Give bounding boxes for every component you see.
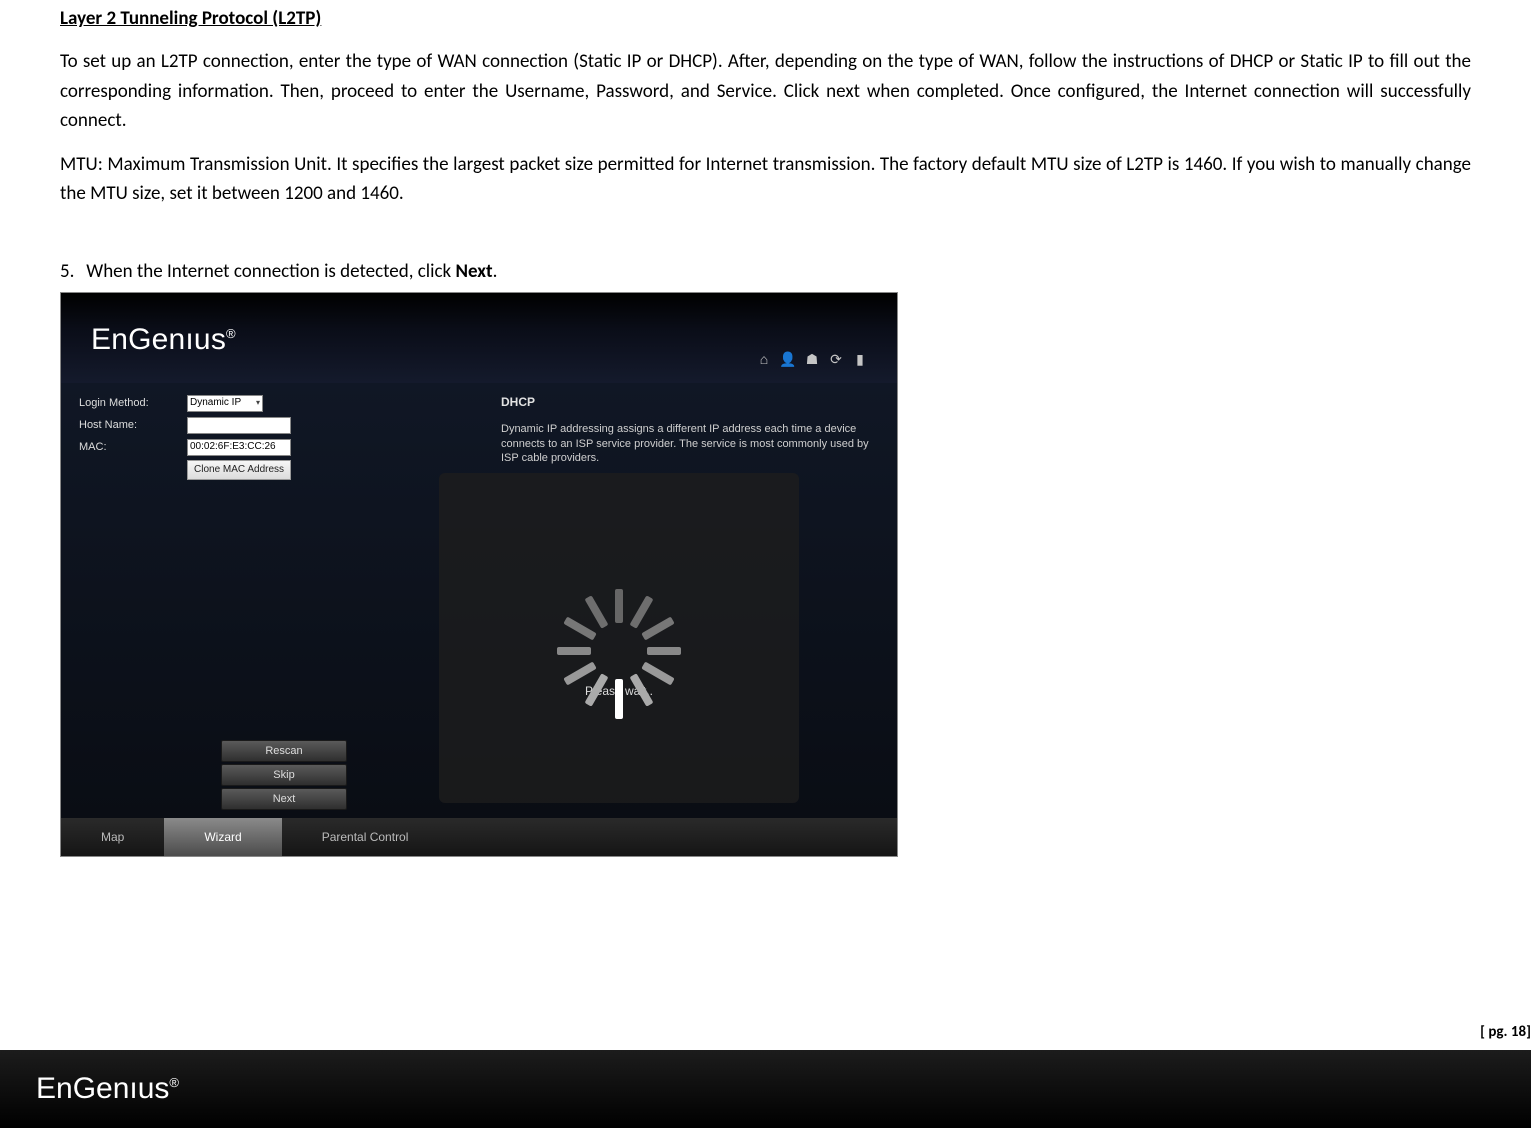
skip-button[interactable]: Skip	[221, 764, 347, 786]
footer-logo-text: EnGenıus	[36, 1072, 169, 1105]
footer-logo-reg: ®	[169, 1075, 179, 1090]
paragraph-2: MTU: Maximum Transmission Unit. It speci…	[60, 150, 1471, 209]
mac-label: MAC:	[79, 439, 187, 456]
tab-map[interactable]: Map	[61, 818, 164, 856]
please-wait-overlay: Please wait..	[439, 473, 799, 803]
step-5: 5. When the Internet connection is detec…	[60, 257, 1471, 286]
info-panel: DHCP Dynamic IP addressing assigns a dif…	[501, 393, 869, 466]
action-buttons: Rescan Skip Next	[221, 740, 347, 810]
clone-mac-button[interactable]: Clone MAC Address	[187, 460, 291, 480]
step-text-post: .	[493, 260, 498, 283]
section-heading: Layer 2 Tunneling Protocol (L2TP)	[60, 4, 1471, 33]
header-icons: ⌂ 👤 ☗ ⟳ ▮	[755, 351, 869, 369]
tab-parental[interactable]: Parental Control	[282, 818, 449, 856]
logo-text: EnGenıus	[91, 323, 226, 356]
home-icon[interactable]: ⌂	[755, 351, 773, 369]
row-mac: MAC: 00:02:6F:E3:CC:26	[79, 437, 419, 457]
page-number: [ pg. 18]	[1480, 1021, 1531, 1044]
shield-icon[interactable]: ☗	[803, 351, 821, 369]
row-host: Host Name:	[79, 415, 419, 435]
rescan-button[interactable]: Rescan	[221, 740, 347, 762]
user-icon[interactable]: 👤	[779, 351, 797, 369]
shot-body: Login Method: Dynamic IP Host Name: MAC:…	[61, 383, 897, 818]
login-method-select[interactable]: Dynamic IP	[187, 395, 263, 412]
row-clone: Clone MAC Address	[79, 459, 419, 480]
host-label: Host Name:	[79, 417, 187, 434]
step-text-bold: Next	[456, 260, 493, 283]
router-screenshot: EnGenıus® ⌂ 👤 ☗ ⟳ ▮ Login Method: Dynami…	[60, 292, 898, 857]
step-text-pre: When the Internet connection is detected…	[86, 260, 455, 283]
footer-logo: EnGenıus®	[36, 1066, 179, 1113]
row-login: Login Method: Dynamic IP	[79, 393, 419, 413]
form-area: Login Method: Dynamic IP Host Name: MAC:…	[79, 393, 419, 480]
paragraph-1: To set up an L2TP connection, enter the …	[60, 47, 1471, 135]
logo-reg: ®	[226, 326, 236, 341]
shot-header: EnGenıus® ⌂ 👤 ☗ ⟳ ▮	[61, 293, 897, 383]
host-name-input[interactable]	[187, 417, 291, 434]
refresh-icon[interactable]: ⟳	[827, 351, 845, 369]
device-icon[interactable]: ▮	[851, 351, 869, 369]
engenius-logo: EnGenıus®	[91, 317, 236, 364]
bottom-tabs: Map Wizard Parental Control	[61, 818, 897, 856]
tab-wizard[interactable]: Wizard	[164, 818, 281, 856]
info-title: DHCP	[501, 393, 869, 412]
login-label: Login Method:	[79, 395, 187, 412]
next-button[interactable]: Next	[221, 788, 347, 810]
page-footer: EnGenıus®	[0, 1050, 1531, 1128]
info-text: Dynamic IP addressing assigns a differen…	[501, 422, 869, 467]
spinner-icon	[544, 576, 694, 726]
mac-input[interactable]: 00:02:6F:E3:CC:26	[187, 439, 291, 456]
step-number: 5.	[60, 257, 82, 286]
